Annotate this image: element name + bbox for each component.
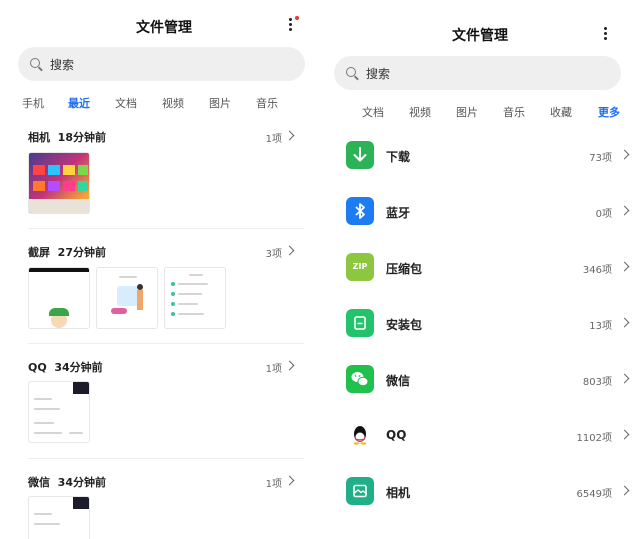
category-count: 6549项: [576, 489, 612, 500]
tab-videos[interactable]: 视频: [409, 104, 431, 120]
left-screen: 文件管理 搜索 手机 最近 文档 视频 图片 音乐 相机 18分钟前 1项 截屏…: [0, 0, 320, 539]
chevron-right-icon: [619, 149, 630, 160]
right-screen: 文件管理 搜索 文档 视频 图片 音乐 收藏 更多 下载 73项 蓝牙 0项 Z…: [320, 0, 640, 539]
thumbnail-qq[interactable]: [28, 381, 90, 443]
search-input[interactable]: 搜索: [18, 47, 305, 81]
section-time: 34分钟前: [54, 361, 103, 374]
section-source: 截屏: [28, 246, 50, 259]
category-label: QQ: [386, 428, 407, 442]
chevron-right-icon: [619, 429, 630, 440]
section-title: 截屏 27分钟前: [28, 244, 106, 260]
tab-music[interactable]: 音乐: [503, 104, 525, 120]
thumbnail-wechat[interactable]: [28, 496, 90, 539]
zip-icon-text: ZIP: [352, 262, 368, 271]
category-count: 73项: [589, 153, 612, 164]
thumbnail-camera[interactable]: [28, 152, 90, 214]
chevron-right-icon: [619, 205, 630, 216]
thumbnail-screenshot-2[interactable]: [96, 267, 158, 329]
page-title: 文件管理: [136, 20, 192, 36]
chevron-right-icon: [284, 130, 295, 141]
category-count: 13项: [589, 321, 612, 332]
category-count: 0项: [595, 209, 612, 220]
category-label: 微信: [386, 374, 411, 388]
zip-icon: ZIP: [346, 253, 374, 281]
chevron-right-icon: [619, 485, 630, 496]
section-time: 27分钟前: [57, 246, 106, 259]
section-source: 相机: [28, 131, 50, 144]
tab-more[interactable]: 更多: [598, 104, 620, 120]
left-tab-bar: 手机 最近 文档 视频 图片 音乐: [0, 95, 320, 111]
wechat-icon: [346, 365, 374, 393]
search-icon: [30, 58, 40, 68]
search-placeholder: 搜索: [366, 67, 391, 81]
section-source: 微信: [28, 476, 50, 489]
section-source: QQ: [28, 361, 47, 374]
category-label: 压缩包: [386, 262, 423, 276]
category-row-wechat[interactable]: 微信 803项: [346, 365, 636, 405]
section-title: QQ 34分钟前: [28, 359, 103, 375]
tab-documents[interactable]: 文档: [362, 104, 384, 120]
tab-recent[interactable]: 最近: [68, 95, 90, 111]
section-count: 1项: [265, 134, 282, 145]
camera-icon: [346, 477, 374, 505]
section-title: 微信 34分钟前: [28, 474, 106, 490]
chevron-right-icon: [284, 360, 295, 371]
search-icon: [346, 67, 356, 77]
divider: [28, 458, 304, 459]
category-count: 1102项: [576, 433, 612, 444]
chevron-right-icon: [619, 261, 630, 272]
apk-icon: [346, 309, 374, 337]
thumbnail-screenshot-1[interactable]: [28, 267, 90, 329]
thumbnail-screenshot-3[interactable]: [164, 267, 226, 329]
more-options-icon[interactable]: [599, 25, 613, 43]
download-icon: [346, 141, 374, 169]
chevron-right-icon: [284, 475, 295, 486]
tab-phone[interactable]: 手机: [22, 95, 44, 111]
qq-icon: [346, 421, 374, 449]
category-row-installers[interactable]: 安装包 13项: [346, 309, 636, 349]
bluetooth-icon: [346, 197, 374, 225]
category-label: 下载: [386, 150, 411, 164]
notification-dot: [295, 16, 299, 20]
section-title: 相机 18分钟前: [28, 129, 106, 145]
category-row-camera[interactable]: 相机 6549项: [346, 477, 636, 517]
chevron-right-icon: [284, 245, 295, 256]
chevron-right-icon: [619, 373, 630, 384]
category-count: 803项: [582, 377, 612, 388]
section-count: 1项: [265, 479, 282, 490]
category-row-bluetooth[interactable]: 蓝牙 0项: [346, 197, 636, 237]
tab-music[interactable]: 音乐: [256, 95, 278, 111]
page-title: 文件管理: [452, 28, 508, 44]
category-row-qq[interactable]: QQ 1102项: [346, 421, 636, 461]
tab-images[interactable]: 图片: [209, 95, 231, 111]
tab-documents[interactable]: 文档: [115, 95, 137, 111]
section-time: 18分钟前: [57, 131, 106, 144]
search-input[interactable]: 搜索: [334, 56, 621, 90]
chevron-right-icon: [619, 317, 630, 328]
category-row-downloads[interactable]: 下载 73项: [346, 141, 636, 181]
category-label: 蓝牙: [386, 206, 411, 220]
right-tab-bar: 文档 视频 图片 音乐 收藏 更多: [320, 104, 640, 120]
divider: [28, 228, 304, 229]
tab-favorites[interactable]: 收藏: [550, 104, 572, 120]
section-count: 3项: [265, 249, 282, 260]
section-time: 34分钟前: [57, 476, 106, 489]
search-placeholder: 搜索: [50, 58, 75, 72]
category-label: 相机: [386, 486, 411, 500]
category-count: 346项: [582, 265, 612, 276]
divider: [28, 343, 304, 344]
category-row-archives[interactable]: ZIP 压缩包 346项: [346, 253, 636, 293]
section-count: 1项: [265, 364, 282, 375]
tab-images[interactable]: 图片: [456, 104, 478, 120]
tab-videos[interactable]: 视频: [162, 95, 184, 111]
category-label: 安装包: [386, 318, 423, 332]
